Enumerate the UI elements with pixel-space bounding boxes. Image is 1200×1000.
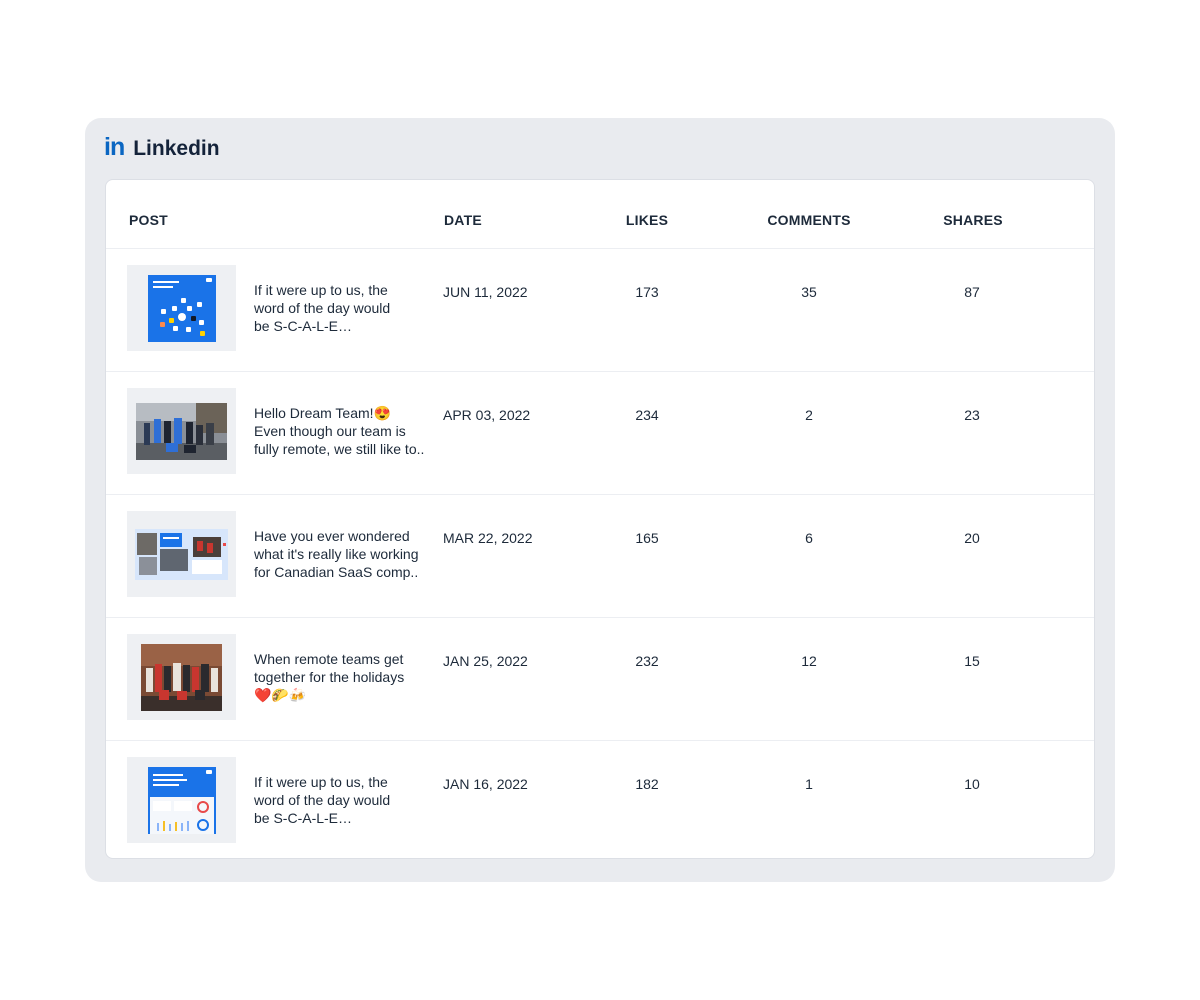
post-caption: If it were up to us, the word of the day… bbox=[254, 282, 391, 334]
linkedin-logo-icon: in bbox=[104, 132, 125, 161]
post-comments: 2 bbox=[805, 407, 813, 423]
post-comments: 6 bbox=[805, 530, 813, 546]
post-likes: 165 bbox=[635, 530, 659, 546]
post-date: APR 03, 2022 bbox=[443, 407, 531, 423]
table-row[interactable]: If it were up to us, the word of the day… bbox=[106, 249, 1094, 372]
post-thumbnail[interactable] bbox=[127, 388, 236, 474]
post-shares: 10 bbox=[964, 776, 980, 792]
table-row[interactable]: When remote teams get together for the h… bbox=[106, 618, 1094, 741]
post-thumbnail[interactable] bbox=[127, 265, 236, 351]
widget-header: in Linkedin bbox=[104, 132, 220, 162]
widget-title: Linkedin bbox=[133, 137, 220, 160]
post-caption: When remote teams get together for the h… bbox=[254, 651, 405, 703]
column-header-date[interactable]: DATE bbox=[444, 212, 482, 228]
post-likes: 232 bbox=[635, 653, 659, 669]
post-shares: 23 bbox=[964, 407, 980, 423]
dashboard-graphic-thumbnail-icon bbox=[147, 274, 216, 342]
post-likes: 234 bbox=[635, 407, 659, 423]
table-row[interactable]: Have you ever wondered what it's really … bbox=[106, 495, 1094, 618]
post-caption: If it were up to us, the word of the day… bbox=[254, 774, 391, 826]
post-comments: 1 bbox=[805, 776, 813, 792]
post-comments: 12 bbox=[801, 653, 817, 669]
post-thumbnail[interactable] bbox=[127, 757, 236, 843]
post-caption: Hello Dream Team!😍 Even though our team … bbox=[254, 405, 425, 457]
post-thumbnail[interactable] bbox=[127, 634, 236, 720]
post-shares: 87 bbox=[964, 284, 980, 300]
post-date: MAR 22, 2022 bbox=[443, 530, 533, 546]
post-shares: 20 bbox=[964, 530, 980, 546]
table-header: POST DATE LIKES COMMENTS SHARES bbox=[106, 180, 1094, 249]
column-header-shares[interactable]: SHARES bbox=[943, 212, 1003, 228]
team-photo-thumbnail-icon bbox=[136, 402, 227, 460]
linkedin-widget: in Linkedin POST DATE LIKES COMMENTS SHA… bbox=[85, 118, 1115, 882]
post-date: JAN 16, 2022 bbox=[443, 776, 528, 792]
post-caption: Have you ever wondered what it's really … bbox=[254, 528, 419, 580]
marketing-dashboard-thumbnail-icon bbox=[147, 766, 216, 834]
table-row[interactable]: If it were up to us, the word of the day… bbox=[106, 741, 1094, 858]
column-header-likes[interactable]: LIKES bbox=[626, 212, 668, 228]
post-likes: 182 bbox=[635, 776, 659, 792]
column-header-post[interactable]: POST bbox=[129, 212, 168, 228]
collage-thumbnail-icon bbox=[135, 528, 228, 580]
column-header-comments[interactable]: COMMENTS bbox=[767, 212, 850, 228]
posts-table: POST DATE LIKES COMMENTS SHARES If it we… bbox=[105, 179, 1095, 859]
post-thumbnail[interactable] bbox=[127, 511, 236, 597]
post-date: JUN 11, 2022 bbox=[443, 284, 528, 300]
holiday-photo-thumbnail-icon bbox=[141, 643, 222, 711]
post-shares: 15 bbox=[964, 653, 980, 669]
post-likes: 173 bbox=[635, 284, 659, 300]
post-comments: 35 bbox=[801, 284, 817, 300]
table-row[interactable]: Hello Dream Team!😍 Even though our team … bbox=[106, 372, 1094, 495]
post-date: JAN 25, 2022 bbox=[443, 653, 528, 669]
